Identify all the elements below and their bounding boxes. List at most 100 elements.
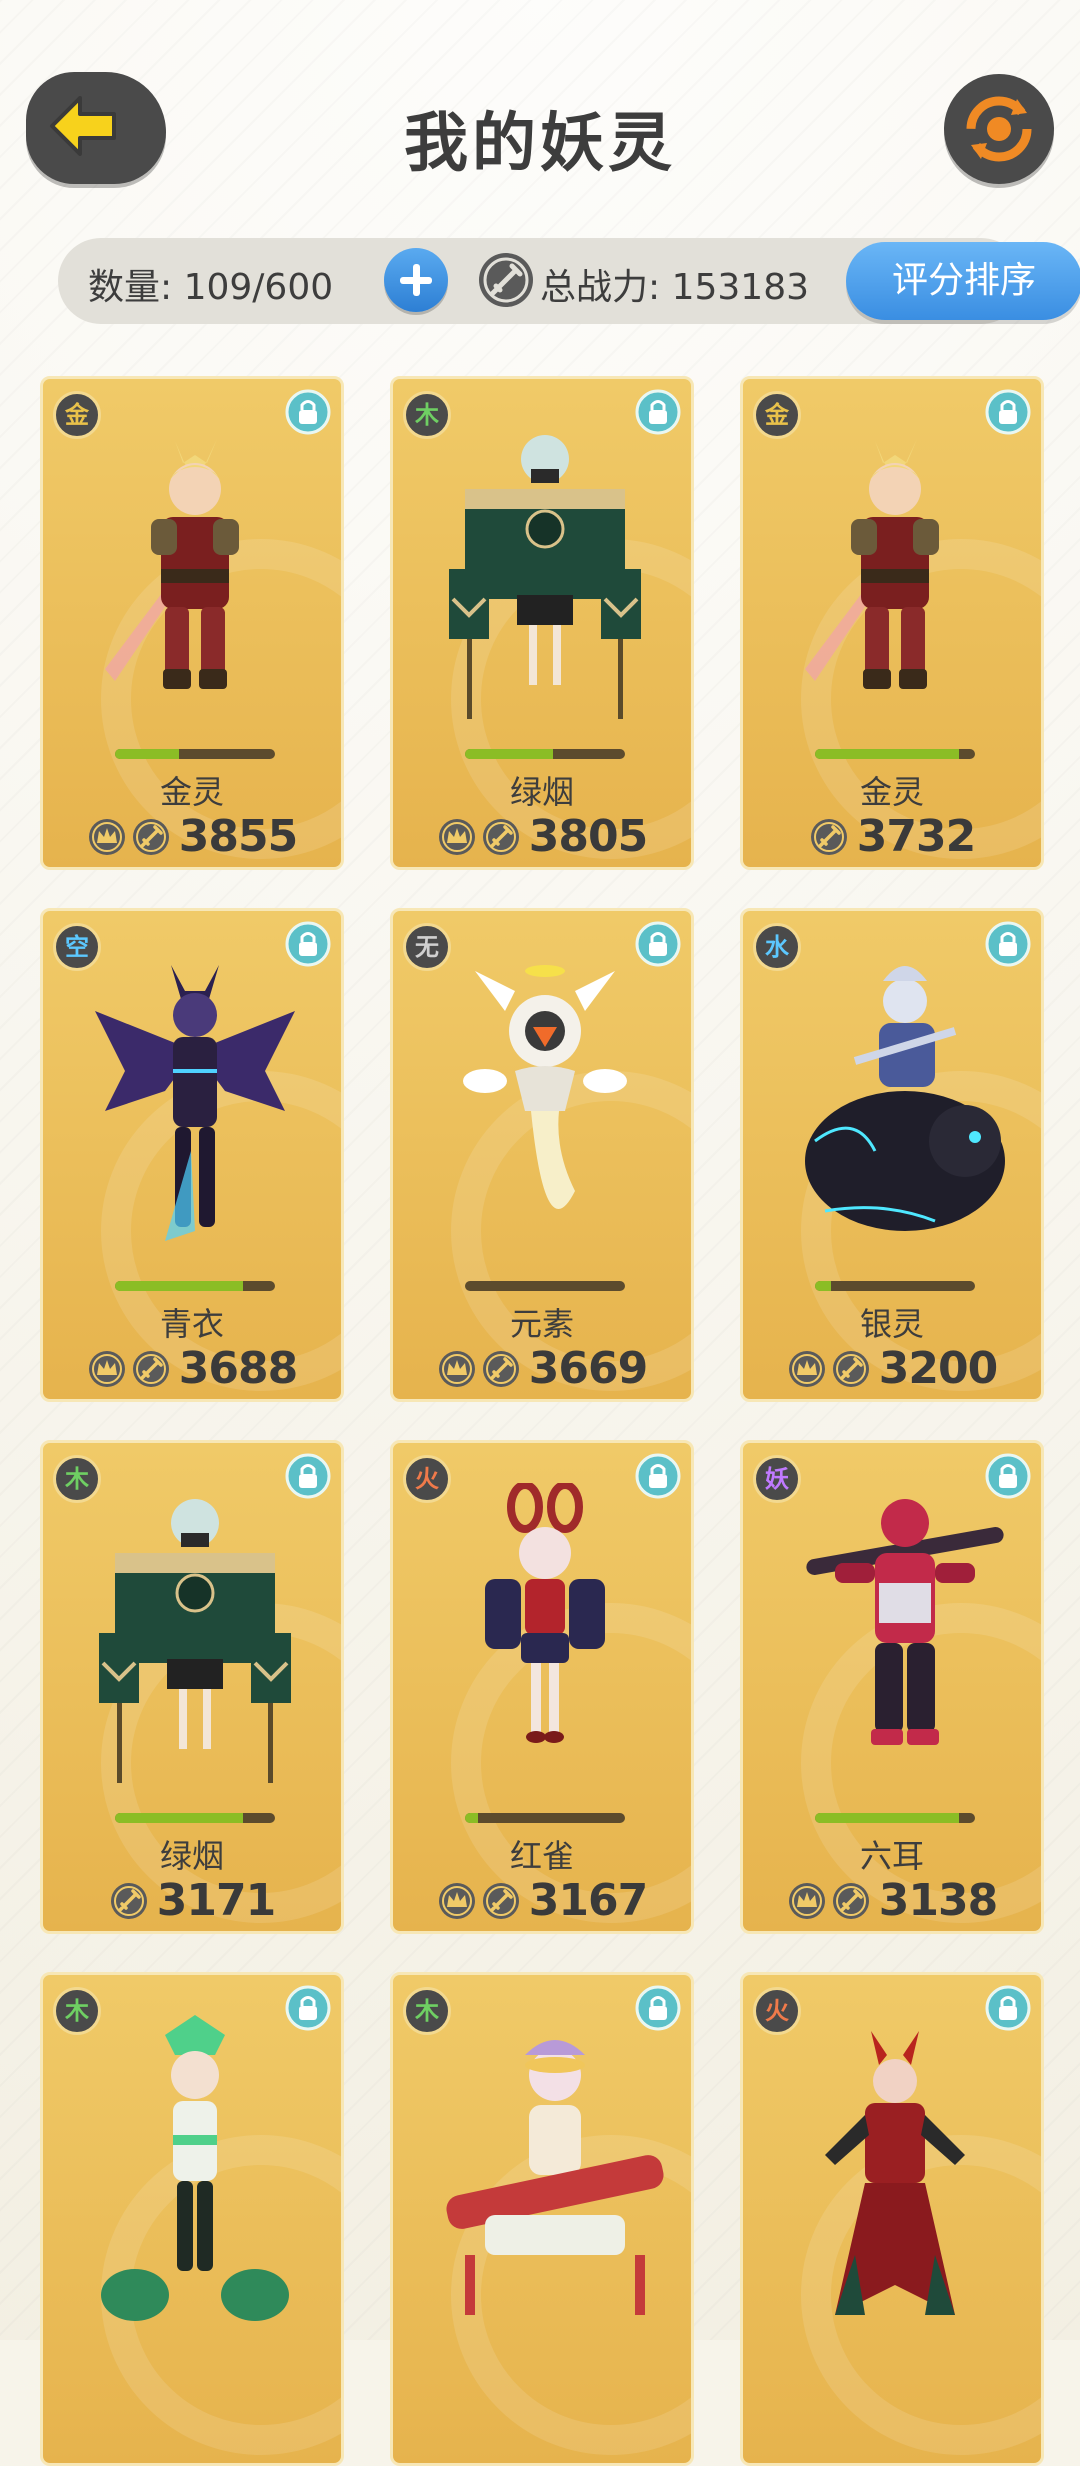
sword-icon bbox=[132, 818, 169, 855]
spirit-card[interactable]: 无 元素 3669 bbox=[390, 908, 694, 1402]
sword-icon bbox=[482, 818, 519, 855]
spirit-power-row: 3669 bbox=[393, 1343, 691, 1394]
level-progress-fill bbox=[115, 1281, 243, 1291]
spirit-card[interactable]: 空 青衣 3688 bbox=[40, 908, 344, 1402]
element-badge: 火 bbox=[753, 1987, 801, 2035]
spirit-card[interactable]: 木 绿烟 3171 bbox=[40, 1440, 344, 1934]
level-progress-fill bbox=[465, 1813, 478, 1823]
spirit-card[interactable]: 火 红雀 3167 bbox=[390, 1440, 694, 1934]
spirit-power: 3855 bbox=[178, 811, 298, 862]
spirit-power: 3138 bbox=[878, 1875, 998, 1926]
level-progress-fill bbox=[815, 1813, 959, 1823]
spirit-power-row: 3688 bbox=[43, 1343, 341, 1394]
spirit-figure bbox=[95, 2015, 295, 2339]
spirit-name: 青衣 bbox=[159, 1305, 224, 1343]
crown-icon bbox=[88, 1350, 125, 1387]
sword-icon bbox=[132, 1350, 169, 1387]
sword-icon bbox=[482, 1882, 519, 1919]
lock-icon[interactable] bbox=[635, 1985, 681, 2035]
level-progress-fill bbox=[465, 749, 553, 759]
sword-icon bbox=[482, 1350, 519, 1387]
lock-icon[interactable] bbox=[285, 389, 331, 439]
spirit-figure bbox=[795, 2015, 995, 2339]
crown-icon bbox=[788, 1350, 825, 1387]
spirit-name: 元素 bbox=[509, 1305, 574, 1343]
sword-icon bbox=[832, 1350, 869, 1387]
level-progress-bar bbox=[815, 1281, 975, 1291]
spirit-card[interactable]: 火 bbox=[740, 1972, 1044, 2466]
spirit-power-row: 3200 bbox=[743, 1343, 1041, 1394]
refresh-icon bbox=[966, 96, 1032, 162]
crown-icon bbox=[438, 1882, 475, 1919]
lock-icon[interactable] bbox=[285, 921, 331, 971]
lock-icon[interactable] bbox=[985, 921, 1031, 971]
sword-icon bbox=[810, 818, 847, 855]
lock-icon[interactable] bbox=[285, 1985, 331, 2035]
sort-by-score-button[interactable]: 评分排序 bbox=[846, 242, 1080, 320]
spirit-name: 银灵 bbox=[859, 1305, 924, 1343]
spirit-power-row: 3138 bbox=[743, 1875, 1041, 1926]
level-progress-bar bbox=[115, 1813, 275, 1823]
spirit-figure bbox=[795, 419, 995, 743]
element-badge: 妖 bbox=[753, 1455, 801, 1503]
element-badge: 金 bbox=[753, 391, 801, 439]
lock-icon[interactable] bbox=[985, 1453, 1031, 1503]
add-capacity-button[interactable] bbox=[384, 248, 448, 312]
spirit-card[interactable]: 金 金灵 3732 bbox=[740, 376, 1044, 870]
level-progress-bar bbox=[815, 1813, 975, 1823]
crown-icon bbox=[788, 1882, 825, 1919]
element-badge: 空 bbox=[53, 923, 101, 971]
level-progress-fill bbox=[815, 749, 959, 759]
spirit-figure bbox=[445, 951, 645, 1275]
spirit-figure bbox=[445, 1481, 645, 1807]
element-badge: 木 bbox=[53, 1987, 101, 2035]
spirit-name: 六耳 bbox=[859, 1837, 924, 1875]
crown-icon bbox=[88, 818, 125, 855]
lock-icon[interactable] bbox=[985, 389, 1031, 439]
lock-icon[interactable] bbox=[635, 389, 681, 439]
lock-icon[interactable] bbox=[985, 1985, 1031, 2035]
element-badge: 水 bbox=[753, 923, 801, 971]
page-title: 我的妖灵 bbox=[404, 107, 676, 181]
lock-icon[interactable] bbox=[635, 1453, 681, 1503]
spirit-card[interactable]: 木 bbox=[390, 1972, 694, 2466]
spirit-power-row: 3732 bbox=[743, 811, 1041, 862]
level-progress-fill bbox=[815, 1281, 831, 1291]
total-power: 总战力: 153183 bbox=[540, 267, 809, 308]
refresh-button[interactable] bbox=[944, 74, 1054, 184]
spirit-figure bbox=[795, 951, 1015, 1275]
spirit-card[interactable]: 水 银灵 3200 bbox=[740, 908, 1044, 1402]
spirit-card[interactable]: 木 绿烟 3805 bbox=[390, 376, 694, 870]
crown-icon bbox=[438, 1350, 475, 1387]
spirit-power: 3688 bbox=[178, 1343, 298, 1394]
element-badge: 木 bbox=[53, 1455, 101, 1503]
element-badge: 无 bbox=[403, 923, 451, 971]
spirit-power-row: 3171 bbox=[43, 1875, 341, 1926]
lock-icon[interactable] bbox=[635, 921, 681, 971]
level-progress-bar bbox=[115, 1281, 275, 1291]
element-badge: 火 bbox=[403, 1455, 451, 1503]
spirit-power-row: 3167 bbox=[393, 1875, 691, 1926]
spirit-figure bbox=[795, 1483, 1015, 1807]
element-badge: 木 bbox=[403, 391, 451, 439]
spirit-power-row: 3805 bbox=[393, 811, 691, 862]
spirit-power: 3171 bbox=[156, 1875, 276, 1926]
spirit-name: 绿烟 bbox=[159, 1837, 224, 1875]
element-badge: 金 bbox=[53, 391, 101, 439]
spirit-power: 3732 bbox=[856, 811, 976, 862]
spirit-figure bbox=[445, 2015, 665, 2339]
spirit-card[interactable]: 金 金灵 3855 bbox=[40, 376, 344, 870]
spirit-name: 红雀 bbox=[509, 1837, 574, 1875]
spirit-power: 3200 bbox=[878, 1343, 998, 1394]
spirit-figure bbox=[95, 951, 295, 1275]
crown-icon bbox=[438, 818, 475, 855]
spirit-power: 3167 bbox=[528, 1875, 648, 1926]
spirit-power-row: 3855 bbox=[43, 811, 341, 862]
spirit-card[interactable]: 妖 六耳 3138 bbox=[740, 1440, 1044, 1934]
spirit-count: 数量: 109/600 bbox=[88, 267, 334, 308]
lock-icon[interactable] bbox=[285, 1453, 331, 1503]
spirit-card[interactable]: 木 bbox=[40, 1972, 344, 2466]
level-progress-bar bbox=[115, 749, 275, 759]
level-progress-fill bbox=[115, 749, 179, 759]
spirit-figure bbox=[95, 419, 295, 743]
